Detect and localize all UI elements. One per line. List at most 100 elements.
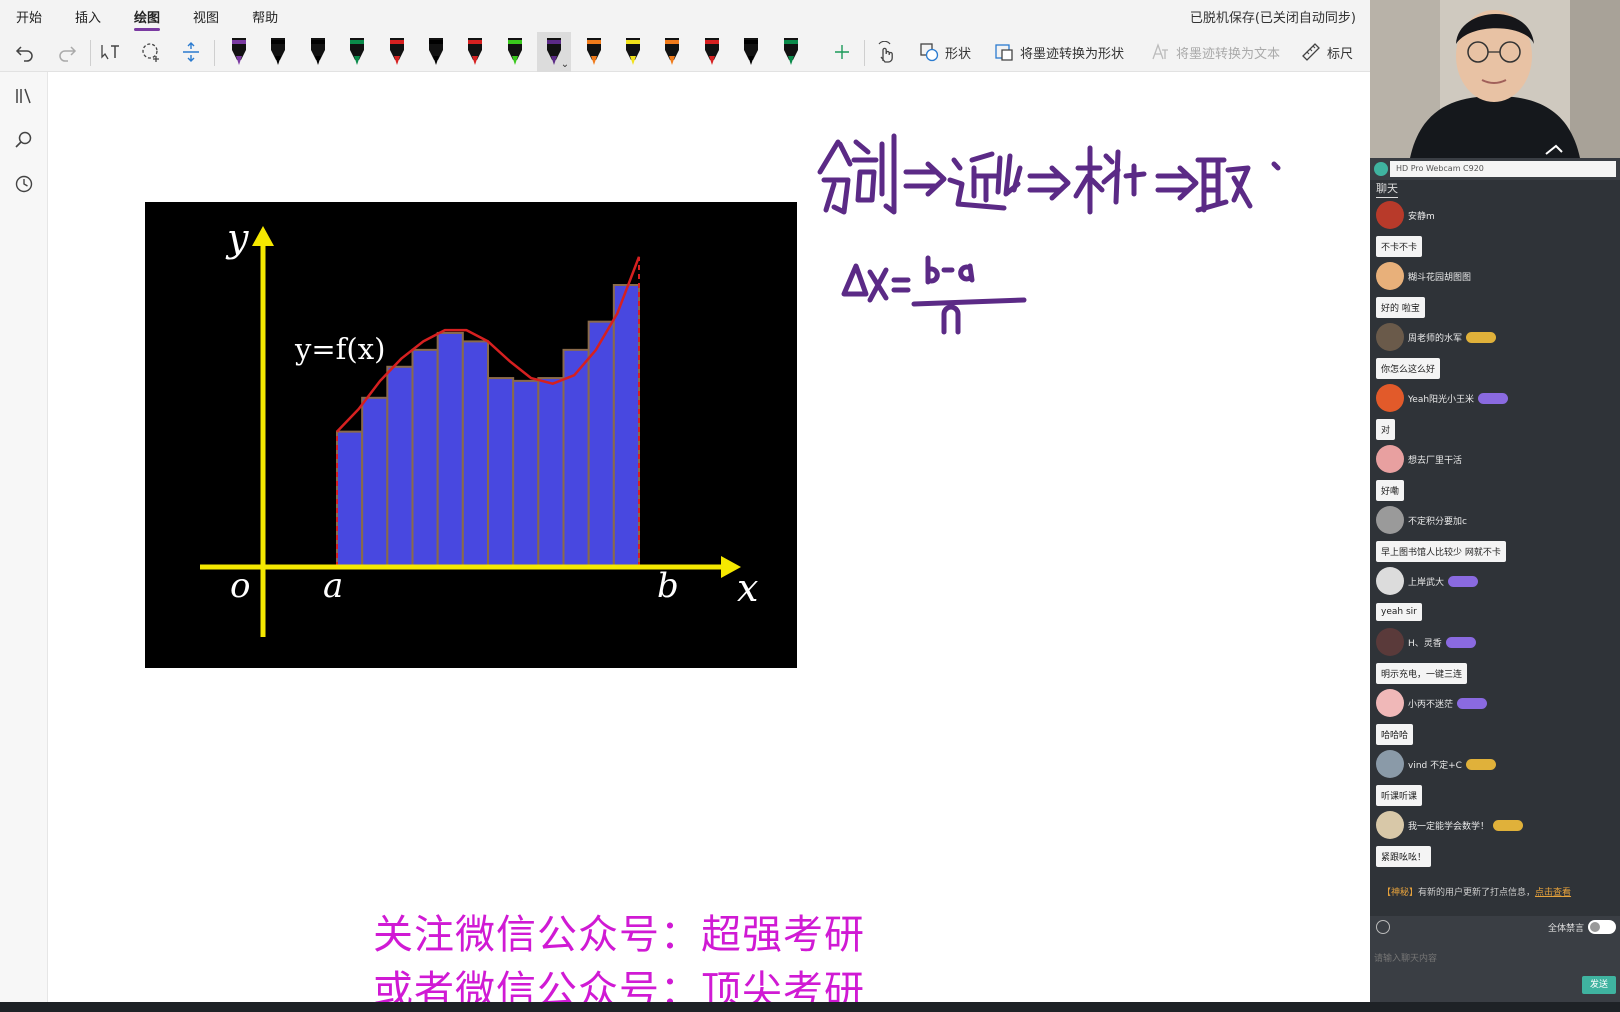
undo-button[interactable]	[12, 36, 38, 68]
note-canvas[interactable]: y=f(x) y x o a b 关注微信公众号：超强考研 或者微信公众号：顶尖…	[48, 72, 1370, 1012]
avatar[interactable]	[1376, 384, 1404, 412]
ruler-icon	[1302, 43, 1320, 61]
pen-icon	[468, 38, 483, 65]
pen-7[interactable]	[458, 32, 492, 72]
fan-badge	[1457, 697, 1488, 709]
tab-draw[interactable]: 绘图	[134, 7, 161, 31]
search-icon	[15, 131, 32, 148]
avatar[interactable]	[1376, 750, 1404, 778]
pen-2[interactable]	[261, 32, 295, 72]
riemann-bar	[537, 377, 565, 568]
ruler-button[interactable]: 标尺	[1298, 36, 1356, 68]
type-select-button[interactable]	[97, 36, 123, 68]
chat-message: yeah sir	[1376, 603, 1422, 621]
riemann-bar	[336, 430, 364, 568]
ink-to-text-button[interactable]: 将墨迹转换为文本	[1146, 36, 1284, 68]
pen-10[interactable]	[577, 32, 611, 72]
redo-icon	[59, 46, 77, 62]
add-pen-button[interactable]	[829, 36, 855, 68]
tab-home[interactable]: 开始	[16, 7, 42, 30]
chat-username[interactable]: Yeah阳光小王米	[1408, 392, 1474, 405]
chat-message: 你怎么这么好	[1376, 357, 1441, 379]
chat-user-row: 糊斗花园胡图图	[1376, 261, 1616, 291]
chat-user-row: 我一定能学会数学！	[1376, 810, 1616, 840]
chat-username[interactable]: 上岸武大	[1408, 575, 1444, 588]
fan-badge	[1445, 636, 1476, 648]
chat-input[interactable]	[1374, 938, 1614, 978]
avatar[interactable]	[1376, 811, 1404, 839]
chat-username[interactable]: vind 不定+C	[1408, 758, 1462, 771]
chat-input-area: 全体禁言 发送	[1370, 916, 1620, 1002]
chat-username[interactable]: 周老师的水军	[1408, 331, 1462, 344]
pen-icon	[232, 38, 246, 65]
lasso-select-button[interactable]	[138, 36, 164, 68]
pen-14[interactable]	[734, 32, 768, 72]
fan-badge	[1493, 819, 1524, 831]
avatar[interactable]	[1376, 628, 1404, 656]
pen-9[interactable]: ⌄	[537, 32, 572, 72]
chat-username[interactable]: 不定积分要加c	[1408, 514, 1467, 527]
pen-3[interactable]	[301, 32, 335, 72]
avatar[interactable]	[1376, 445, 1404, 473]
chat-user-row: 安静m	[1376, 200, 1616, 230]
chat-message: 听课听课	[1376, 784, 1423, 806]
pen-5[interactable]	[380, 32, 414, 72]
redo-button[interactable]	[54, 36, 80, 68]
pen-13[interactable]	[695, 32, 729, 72]
avatar[interactable]	[1376, 262, 1404, 290]
ink-to-shape-button[interactable]: 将墨迹转换为形状	[990, 36, 1128, 68]
chat-user-row: 上岸武大	[1376, 566, 1616, 596]
chat-message: 早上图书馆人比较少 网就不卡	[1376, 540, 1506, 562]
ink-stroke	[903, 161, 947, 197]
lasso-icon	[142, 43, 159, 62]
chat-username[interactable]: 我一定能学会数学！	[1408, 819, 1489, 832]
avatar[interactable]	[1376, 201, 1404, 229]
pen-15[interactable]	[774, 32, 808, 72]
chat-user-row: vind 不定+C	[1376, 749, 1616, 779]
chat-username[interactable]: H、灵香	[1408, 636, 1442, 649]
tab-view[interactable]: 视图	[193, 7, 219, 30]
pen-12[interactable]	[655, 32, 689, 72]
tab-chat[interactable]: 聊天	[1376, 180, 1398, 198]
tab-help[interactable]: 帮助	[252, 7, 278, 30]
chat-message: 对	[1376, 418, 1396, 440]
chevron-down-icon[interactable]: ⌄	[561, 59, 569, 70]
add-space-button[interactable]	[178, 36, 204, 68]
add-space-icon	[183, 42, 199, 62]
pen-11[interactable]	[616, 32, 650, 72]
pen-4[interactable]	[340, 32, 374, 72]
mute-all-label: 全体禁言	[1547, 924, 1584, 934]
pen-8[interactable]	[498, 32, 532, 72]
mute-all-toggle[interactable]	[1588, 920, 1616, 934]
avatar[interactable]	[1376, 689, 1404, 717]
draw-toolbar: ⌄ 形状 将墨迹转换为形状 将墨迹转换为文本 标尺	[0, 32, 1370, 72]
avatar[interactable]	[1376, 323, 1404, 351]
chat-username[interactable]: 安静m	[1408, 209, 1435, 222]
notebooks-button[interactable]	[12, 84, 36, 108]
recent-button[interactable]	[12, 172, 36, 196]
system-note-tag: 【神秘】	[1382, 888, 1419, 898]
chat-user-row: 不定积分要加c	[1376, 505, 1616, 535]
riemann-bar	[461, 340, 490, 568]
system-note-link[interactable]: 点击查看	[1535, 888, 1571, 898]
emoji-icon[interactable]	[1376, 920, 1390, 934]
send-button[interactable]: 发送	[1582, 976, 1616, 994]
shapes-button[interactable]: 形状	[914, 36, 976, 68]
pen-6[interactable]	[419, 32, 453, 72]
chat-username[interactable]: 想去厂里干活	[1408, 453, 1462, 466]
chat-username[interactable]: 糊斗花园胡图图	[1408, 270, 1471, 283]
riemann-bar	[386, 365, 414, 568]
clock-icon	[15, 175, 33, 193]
search-button[interactable]	[12, 128, 36, 152]
avatar[interactable]	[1376, 567, 1404, 595]
avatar[interactable]	[1376, 506, 1404, 534]
system-note-text: 有新的用户更新了打点信息，	[1418, 888, 1536, 898]
tab-insert[interactable]: 插入	[75, 7, 101, 30]
pen-1[interactable]	[222, 32, 256, 72]
ribbon: 开始 插入 绘图 视图 帮助 已脱机保存(已关闭自动同步) ⌄ 形状 将墨迹转换…	[0, 0, 1370, 72]
chat-username[interactable]: 小丙不迷茫	[1408, 697, 1453, 710]
select-text-icon	[101, 45, 119, 60]
camera-select[interactable]: HD Pro Webcam C920	[1390, 161, 1616, 177]
fan-badge	[1466, 331, 1497, 343]
touch-draw-button[interactable]	[872, 36, 900, 68]
